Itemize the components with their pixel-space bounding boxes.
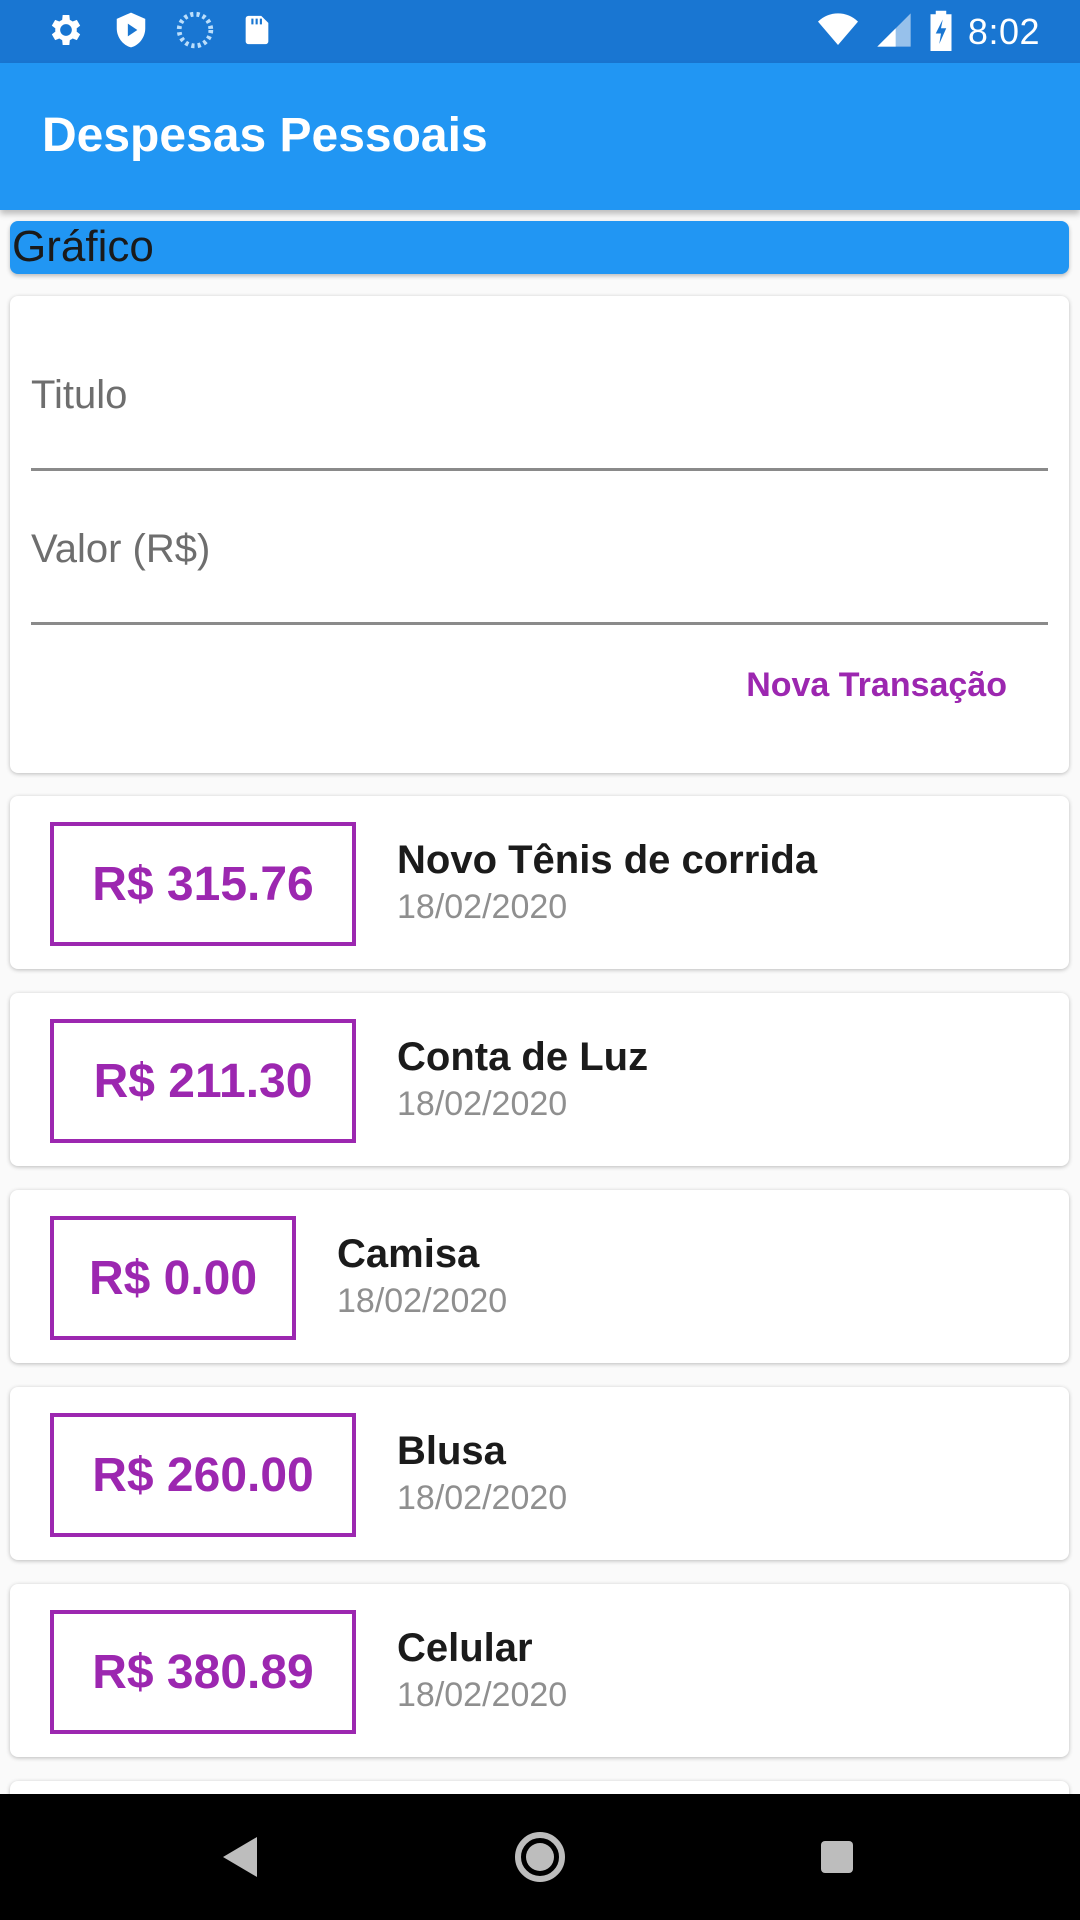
title-field	[31, 364, 1048, 471]
list-item: R$ 315.76 Novo Tênis de corrida 18/02/20…	[10, 796, 1069, 969]
status-bar: 8:02	[0, 0, 1080, 63]
transaction-title: Novo Tênis de corrida	[397, 838, 818, 882]
transaction-amount: R$ 211.30	[50, 1019, 356, 1143]
back-icon	[221, 1835, 261, 1884]
list-item: R$ 211.30 Conta de Luz 18/02/2020	[10, 993, 1069, 1166]
new-transaction-button[interactable]: Nova Transação	[746, 666, 1007, 705]
recents-button[interactable]	[802, 1824, 872, 1894]
value-field	[31, 518, 1048, 625]
list-item: R$ 260.00 Blusa 18/02/2020	[10, 1387, 1069, 1560]
transaction-amount: R$ 0.00	[50, 1216, 296, 1340]
wifi-icon	[816, 10, 860, 55]
battery-charging-icon	[928, 9, 954, 56]
status-bar-left	[46, 10, 274, 55]
chart-card: Gráfico	[10, 221, 1069, 274]
transaction-title: Conta de Luz	[397, 1035, 649, 1079]
transaction-date: 18/02/2020	[397, 1676, 568, 1714]
status-bar-right: 8:02	[816, 6, 1040, 58]
gear-icon	[46, 10, 86, 55]
transaction-amount: R$ 260.00	[50, 1413, 356, 1537]
signal-icon	[874, 10, 914, 55]
transaction-title: Camisa	[337, 1232, 480, 1276]
chart-label: Gráfico	[12, 222, 154, 271]
value-input[interactable]	[31, 520, 1048, 578]
navigation-bar	[0, 1794, 1080, 1920]
sd-card-icon	[240, 11, 274, 54]
transaction-title: Blusa	[397, 1429, 506, 1473]
transaction-date: 18/02/2020	[397, 1479, 568, 1517]
transaction-amount: R$ 315.76	[50, 822, 356, 946]
back-button[interactable]	[206, 1824, 276, 1894]
shield-icon	[112, 10, 150, 55]
home-icon	[514, 1831, 566, 1888]
title-input[interactable]	[31, 366, 1048, 424]
clock-time: 8:02	[967, 11, 1040, 52]
transaction-amount: R$ 380.89	[50, 1610, 356, 1734]
recents-icon	[819, 1839, 855, 1880]
transaction-date: 18/02/2020	[337, 1282, 508, 1320]
transaction-title: Celular	[397, 1626, 533, 1670]
list-item: R$ 380.89 Celular 18/02/2020	[10, 1584, 1069, 1757]
loading-icon	[176, 11, 214, 54]
app-bar: Despesas Pessoais	[0, 63, 1080, 210]
transaction-date: 18/02/2020	[397, 888, 568, 926]
transaction-date: 18/02/2020	[397, 1085, 568, 1123]
home-button[interactable]	[505, 1824, 575, 1894]
app-title: Despesas Pessoais	[42, 109, 488, 162]
list-item: R$ 0.00 Camisa 18/02/2020	[10, 1190, 1069, 1363]
transaction-form: Nova Transação	[10, 296, 1069, 773]
